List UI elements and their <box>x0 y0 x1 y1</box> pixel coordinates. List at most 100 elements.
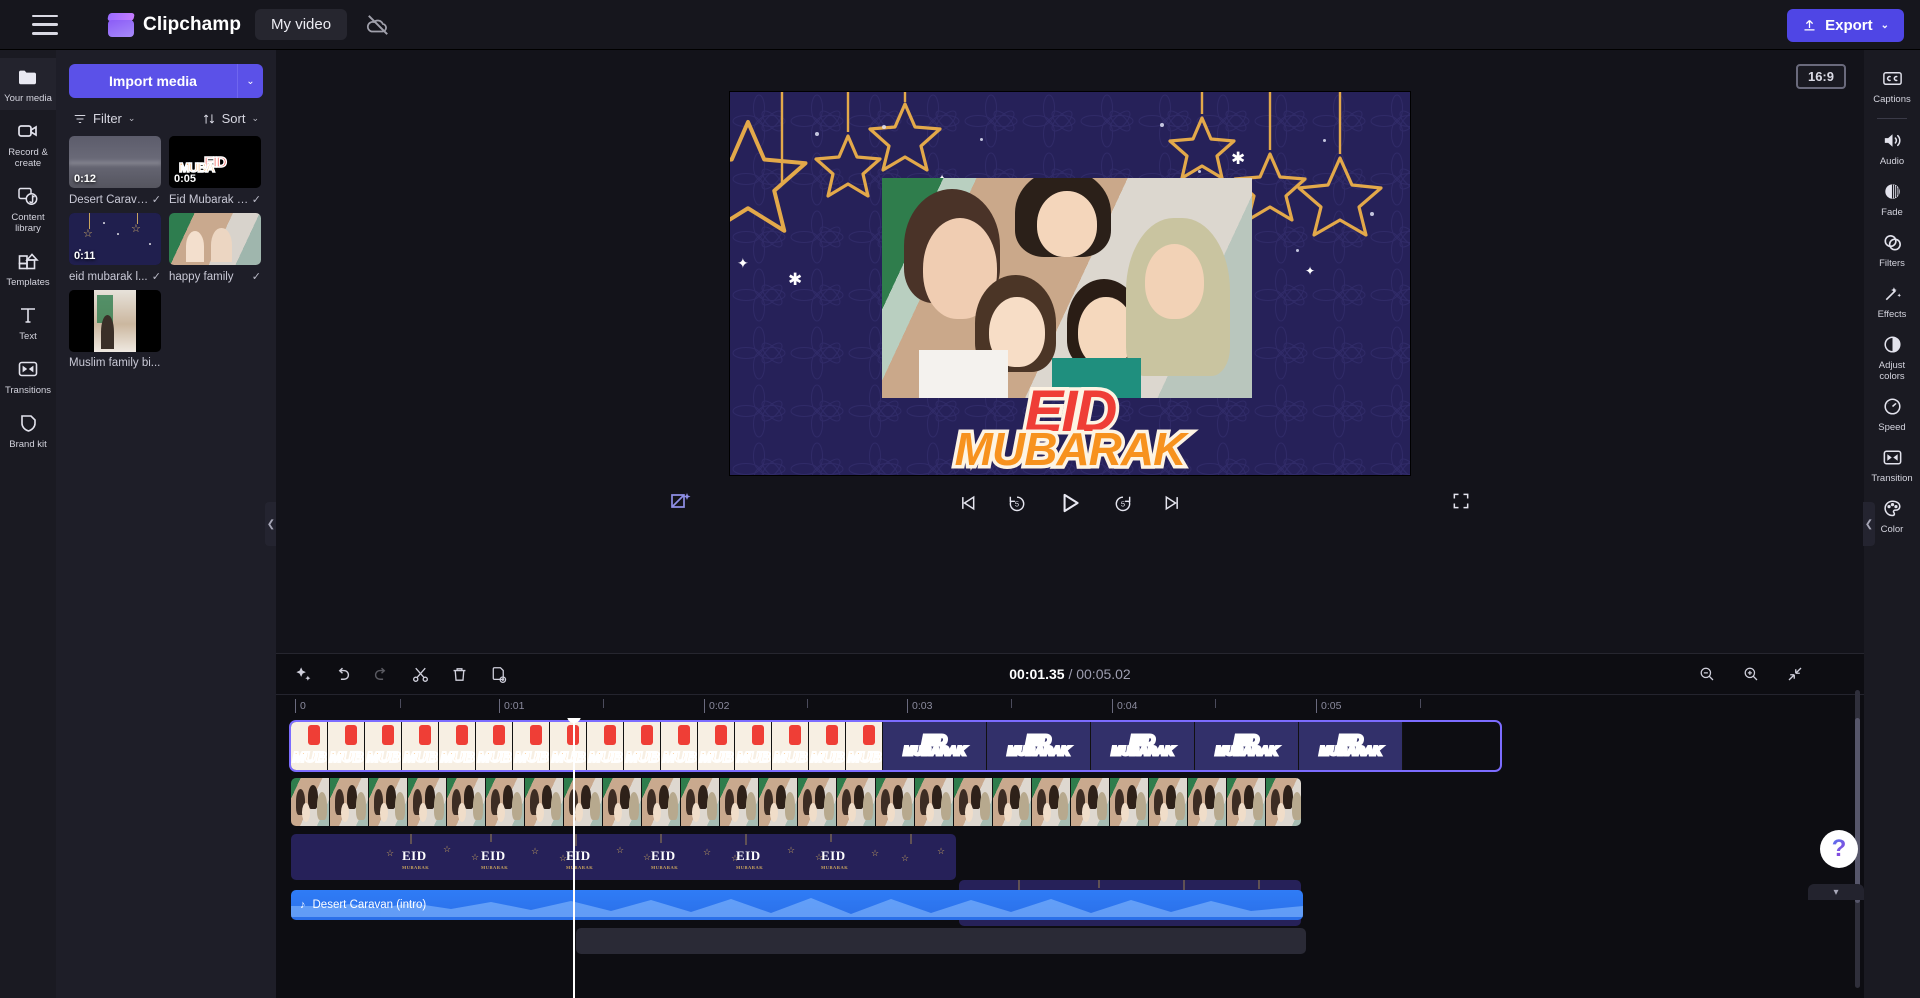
sidebar-item-transitions[interactable]: Transitions <box>0 350 56 402</box>
sidebar-item-transition[interactable]: Transition <box>1864 439 1920 490</box>
sidebar-item-captions[interactable]: Captions <box>1864 60 1920 111</box>
split-button[interactable] <box>411 665 430 684</box>
family-photo <box>882 178 1252 398</box>
sidebar-item-filters[interactable]: Filters <box>1864 224 1920 275</box>
media-item[interactable]: happy family ✓ <box>169 213 261 283</box>
media-thumbnail[interactable] <box>169 213 261 265</box>
ruler-label: 0:02 <box>709 700 729 712</box>
clipchamp-logo-icon <box>108 13 134 37</box>
delete-button[interactable] <box>450 665 469 684</box>
undo-button[interactable] <box>333 665 352 684</box>
playhead[interactable] <box>573 718 575 998</box>
collapse-down-button[interactable]: ▾ <box>1808 884 1864 900</box>
speaker-icon <box>1881 129 1904 152</box>
media-duration: 0:11 <box>74 250 95 262</box>
timeline-audio-clip[interactable]: ♪ Desert Caravan (intro) <box>291 890 1303 920</box>
aspect-ratio-button[interactable]: 16:9 <box>1796 64 1846 89</box>
zoom-in-button[interactable] <box>1742 665 1760 683</box>
magic-wand-icon <box>1881 282 1904 305</box>
media-thumbnail[interactable]: ☆ ☆ 0:11 <box>69 213 161 265</box>
fit-to-screen-button[interactable] <box>1786 665 1804 683</box>
media-thumbnail[interactable] <box>69 290 161 352</box>
timeline-clip[interactable]: MUB MUB MUB MUB MUB MUB MUB MUB MUB MUB <box>291 722 1500 770</box>
video-track-happy-family <box>276 778 1864 826</box>
media-thumbnail[interactable]: EIDMUBA 0:05 <box>169 136 261 188</box>
duplicate-button[interactable] <box>489 665 508 684</box>
sidebar-item-adjust-colors[interactable]: Adjust colors <box>1864 326 1920 388</box>
svg-text:☆: ☆ <box>386 848 394 858</box>
text-t-icon <box>16 303 40 327</box>
media-title-row: happy family ✓ <box>169 270 261 283</box>
content-library-icon <box>16 184 40 208</box>
cloud-off-icon[interactable] <box>365 12 391 38</box>
project-title[interactable]: My video <box>255 9 347 40</box>
brand-kit-icon <box>16 411 40 435</box>
right-tool-rail: ❮ Captions Audio <box>1864 50 1920 998</box>
zoom-out-button[interactable] <box>1698 665 1716 683</box>
preview-canvas[interactable]: ✦ ✱ ✦ ✱ ✦ <box>730 92 1410 475</box>
import-media-row: Import media ⌄ <box>69 64 263 98</box>
zoom-in-icon <box>1742 665 1760 683</box>
sparkle-icon: ✱ <box>1231 149 1245 169</box>
fullscreen-button[interactable] <box>1451 491 1471 516</box>
play-button[interactable] <box>1057 490 1083 516</box>
sidebar-item-label: Fade <box>1881 207 1903 218</box>
top-bar: Clipchamp My video Export ⌄ <box>0 0 1920 50</box>
chevron-down-icon: ⌄ <box>1881 20 1889 31</box>
sidebar-item-audio[interactable]: Audio <box>1864 122 1920 173</box>
media-thumbnail[interactable]: 0:12 <box>69 136 161 188</box>
skip-to-start-button[interactable] <box>957 493 977 513</box>
import-media-button[interactable]: Import media <box>69 64 237 98</box>
timeline-clip[interactable] <box>576 928 1306 954</box>
auto-fit-sparkle-icon[interactable] <box>669 490 693 517</box>
timeline-clip[interactable] <box>291 778 1301 826</box>
audio-waveform <box>291 895 1303 917</box>
sidebar-item-templates[interactable]: Templates <box>0 242 56 294</box>
check-icon: ✓ <box>152 193 161 206</box>
rewind-5-button[interactable]: 5 <box>1007 493 1027 513</box>
timeline-ruler[interactable]: 0 0:01 0:02 0:03 0:04 0:05 <box>276 694 1864 718</box>
magic-tools-button[interactable] <box>294 665 313 684</box>
export-button[interactable]: Export ⌄ <box>1787 9 1904 42</box>
svg-text:☆: ☆ <box>616 845 624 855</box>
sidebar-item-content-library[interactable]: Content library <box>0 177 56 240</box>
hamburger-menu-icon[interactable] <box>32 15 58 35</box>
sidebar-item-record-create[interactable]: Record & create <box>0 112 56 175</box>
media-item[interactable]: Muslim family bi... <box>69 290 161 369</box>
sidebar-item-label: Your media <box>4 93 52 104</box>
sparkle-icon <box>294 665 313 684</box>
skip-to-end-button[interactable] <box>1163 493 1183 513</box>
media-title-row: Eid Mubarak s... ✓ <box>169 193 261 206</box>
import-media-dropdown[interactable]: ⌄ <box>237 64 263 98</box>
timeline-clip[interactable]: ☆☆☆ ☆☆☆ ☆☆☆ ☆☆☆ ☆☆ EIDMUBARAK EIDMUBARAK… <box>291 834 956 880</box>
duplicate-icon <box>489 665 508 684</box>
collapse-media-panel-button[interactable]: ❮ <box>265 502 276 546</box>
timeline-scrollbar[interactable] <box>1855 690 1860 988</box>
sidebar-item-brand-kit[interactable]: Brand kit <box>0 404 56 456</box>
media-title-row: Desert Carava... ✓ <box>69 193 161 206</box>
sidebar-item-label: Color <box>1881 524 1904 535</box>
zoom-out-icon <box>1698 665 1716 683</box>
redo-button[interactable] <box>372 665 391 684</box>
center-column: 16:9 <box>276 50 1864 998</box>
media-item[interactable]: 0:12 Desert Carava... ✓ <box>69 136 161 206</box>
left-tool-rail: Your media Record & create Content libra… <box>0 50 56 998</box>
collapse-right-panel-button[interactable]: ❮ <box>1863 502 1875 546</box>
sort-arrows-icon <box>202 112 216 126</box>
media-title: happy family <box>169 271 249 283</box>
svg-text:5: 5 <box>1015 499 1019 508</box>
media-item[interactable]: ☆ ☆ 0:11 eid mubarak l... ✓ <box>69 213 161 283</box>
sidebar-item-text[interactable]: Text <box>0 296 56 348</box>
closed-captions-icon <box>1881 67 1904 90</box>
forward-5-button[interactable]: 5 <box>1113 493 1133 513</box>
sort-button[interactable]: Sort ⌄ <box>202 111 259 126</box>
sidebar-item-your-media[interactable]: Your media <box>0 58 56 110</box>
fit-to-screen-icon <box>1786 665 1804 683</box>
sidebar-item-speed[interactable]: Speed <box>1864 388 1920 439</box>
total-time: 00:05.02 <box>1076 666 1131 682</box>
sidebar-item-fade[interactable]: Fade <box>1864 173 1920 224</box>
sidebar-item-effects[interactable]: Effects <box>1864 275 1920 326</box>
media-item[interactable]: EIDMUBA 0:05 Eid Mubarak s... ✓ <box>169 136 261 206</box>
help-button[interactable]: ? <box>1820 830 1858 868</box>
filter-button[interactable]: Filter ⌄ <box>73 111 135 126</box>
